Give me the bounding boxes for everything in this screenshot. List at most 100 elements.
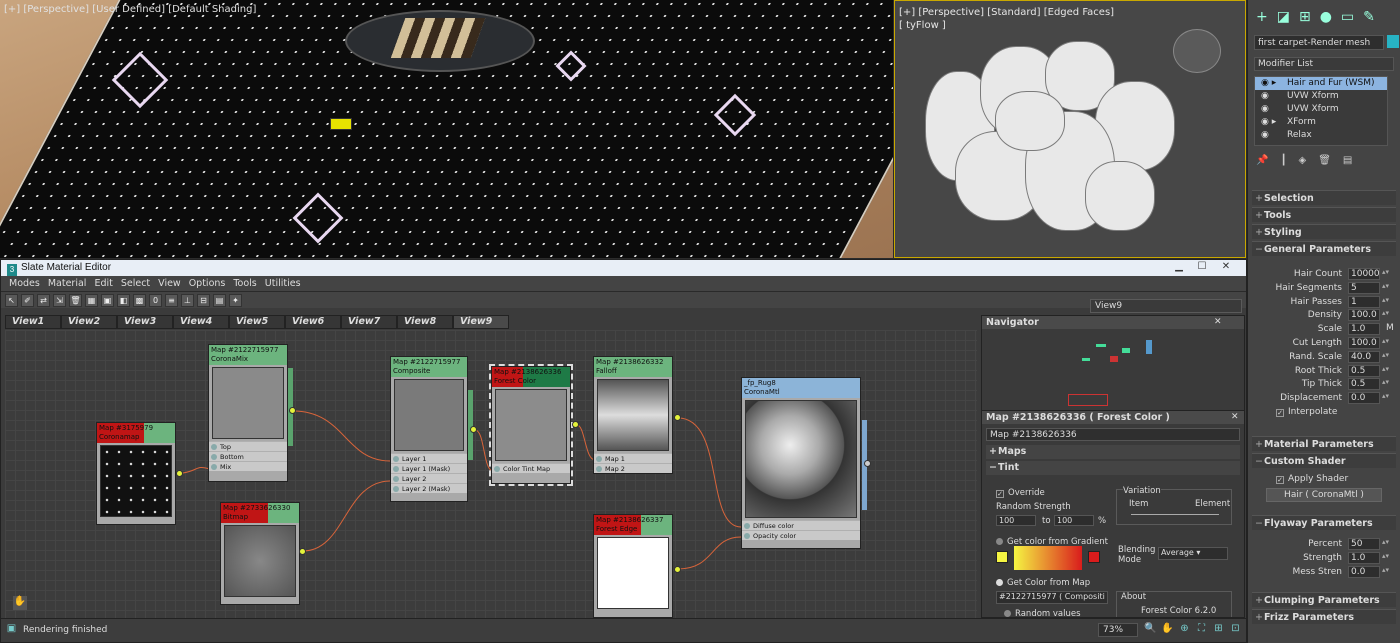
delete-icon[interactable]: 🗑 [69, 294, 82, 307]
display-icon[interactable]: ▭ [1341, 9, 1354, 25]
viewport-label[interactable]: [+] [Perspective] [Standard] [Edged Face… [899, 6, 1114, 32]
motion-icon[interactable]: ● [1320, 9, 1332, 25]
tab-view8[interactable]: View8 [397, 315, 453, 329]
close-icon[interactable]: ✕ [1214, 317, 1222, 327]
param-value[interactable]: 50 [1348, 538, 1380, 550]
rollout-material[interactable]: Material Parameters [1252, 436, 1396, 452]
pin-icon[interactable]: 📌 [1256, 155, 1268, 166]
slot-layer1[interactable]: Layer 1 [391, 453, 467, 463]
general_params-row[interactable]: Displacement 0.0 ▴▾ [1252, 392, 1396, 405]
eye-icon[interactable]: ◉ [1261, 90, 1269, 103]
modifier-stack[interactable]: ◉ ▸ Hair and Fur (WSM) ◉ UVW Xform ◉ UVW Xf… [1254, 76, 1388, 146]
modify-icon[interactable]: ◪ [1277, 9, 1290, 25]
menu-material[interactable]: Material [44, 276, 91, 291]
slot-map1[interactable]: Map 1 [594, 453, 672, 463]
slot-top[interactable]: Top [209, 441, 287, 451]
slot-layer1-mask[interactable]: Layer 1 (Mask) [391, 463, 467, 473]
spinner-icon[interactable]: ▴▾ [1382, 566, 1389, 574]
delete-icon[interactable]: 🗑 [1318, 155, 1331, 166]
spinner-icon[interactable]: ▴▾ [1382, 337, 1389, 345]
layout-all-icon[interactable]: ≡ [165, 294, 178, 307]
show-background-icon[interactable]: ▩ [133, 294, 146, 307]
output-socket[interactable] [470, 426, 477, 433]
general_params-row[interactable]: Hair Count 10000 ▴▾ [1252, 268, 1396, 281]
gradient-end-swatch[interactable] [1088, 551, 1100, 563]
blending-dropdown[interactable]: Average ▾ [1158, 547, 1228, 560]
rollout-clumping[interactable]: Clumping Parameters [1252, 592, 1396, 608]
checkbox[interactable]: ✓ [1276, 409, 1284, 417]
show-end-icon[interactable]: ┃ [1280, 155, 1286, 166]
rollout-general[interactable]: General Parameters [1252, 241, 1396, 257]
unique-icon[interactable]: ◈ [1298, 155, 1306, 166]
assign-material-icon[interactable]: ⇲ [53, 294, 66, 307]
general_params-row[interactable]: Cut Length 100.0 ▴▾ [1252, 337, 1396, 350]
utilities-icon[interactable]: ✎ [1363, 9, 1375, 25]
node-forest-color[interactable]: Map #2138626336 Forest Color Color Tint M… [489, 364, 573, 486]
menu-options[interactable]: Options [185, 276, 230, 291]
menu-view[interactable]: View [154, 276, 185, 291]
general_params-row[interactable]: Root Thick 0.5 ▴▾ [1252, 364, 1396, 378]
eye-icon[interactable]: ◉ [1261, 129, 1269, 142]
spinner-icon[interactable]: ▴▾ [1382, 378, 1389, 386]
param-value[interactable]: 0.5 [1348, 378, 1380, 391]
general_params-row[interactable]: Density 100.0 ▴▾ [1252, 309, 1396, 322]
view-select-dropdown[interactable]: View9 [1090, 299, 1242, 313]
material-map-navigator-icon[interactable]: ⊟ [197, 294, 210, 307]
general_params-row[interactable]: Tip Thick 0.5 ▴▾ [1252, 378, 1396, 391]
node-bitmap[interactable]: Map #3175979 Coronamap [96, 422, 176, 525]
node-bitmap-2[interactable]: Map #2733626330 Bitmap [220, 502, 300, 605]
output-socket[interactable] [289, 407, 296, 414]
slot-diffuse-color[interactable]: Diffuse color [742, 520, 860, 530]
param-value[interactable]: 0.5 [1348, 364, 1380, 377]
viewport-label[interactable]: [+] [Perspective] [User Defined] [Defaul… [4, 4, 256, 15]
output-socket[interactable] [176, 470, 183, 477]
eye-icon[interactable]: ◉ [1261, 103, 1269, 116]
map-button[interactable]: M [1386, 323, 1394, 333]
show-map-icon[interactable]: ◧ [117, 294, 130, 307]
modifier-list-dropdown[interactable]: Modifier List [1254, 57, 1394, 71]
eye-icon[interactable]: ◉ ▸ [1261, 77, 1276, 90]
slot-layer2-mask[interactable]: Layer 2 (Mask) [391, 483, 467, 493]
rollout-frizz[interactable]: Frizz Parameters [1252, 609, 1396, 625]
section-maps[interactable]: Maps [986, 445, 1240, 459]
interpolate-row[interactable]: ✓ Interpolate [1252, 406, 1396, 419]
param-value[interactable]: 1 [1348, 295, 1380, 308]
param-value[interactable]: 1.0 [1348, 323, 1380, 336]
slot-mix[interactable]: Mix [209, 461, 287, 471]
spinner-icon[interactable]: ▴▾ [1382, 268, 1389, 276]
rollout-flyaway[interactable]: Flyaway Parameters [1252, 515, 1396, 531]
slot-opacity-color[interactable]: Opacity color [742, 530, 860, 540]
tab-view6[interactable]: View6 [285, 315, 341, 329]
put-to-scene-icon[interactable]: ⇄ [37, 294, 50, 307]
spinner-icon[interactable]: ▴▾ [1382, 296, 1389, 304]
node-canvas[interactable]: Map #3175979 Coronamap Map #2122715977 Cor… [5, 330, 977, 618]
tab-view2[interactable]: View2 [61, 315, 117, 329]
map-button[interactable]: #2122715977 ( Compositi [996, 591, 1108, 604]
frame-icon[interactable]: ⊡ [1229, 623, 1242, 636]
rollout-custom-shader[interactable]: Custom Shader [1252, 453, 1396, 469]
section-tint[interactable]: Tint [986, 461, 1240, 475]
stack-item[interactable]: ◉ UVW Xform [1255, 90, 1387, 103]
zoom-selected-icon[interactable]: ⊞ [1212, 623, 1225, 636]
viewcube-icon[interactable] [1173, 29, 1221, 73]
flyaway_params-row[interactable]: Percent 50 ▴▾ [1252, 538, 1396, 551]
output-socket[interactable] [674, 566, 681, 573]
general_params-row[interactable]: Rand. Scale 40.0 ▴▾ [1252, 350, 1396, 364]
pick-material-icon[interactable]: ✐ [21, 294, 34, 307]
param-value[interactable]: 5 [1348, 281, 1380, 294]
output-socket[interactable] [572, 421, 579, 428]
random-values-radio[interactable]: Random values [1004, 609, 1081, 617]
gradient-bar[interactable] [1014, 546, 1082, 570]
param-value[interactable]: 0.0 [1348, 392, 1380, 405]
param-value[interactable]: 1.0 [1348, 551, 1380, 564]
navigator-minimap[interactable] [1068, 338, 1152, 406]
override-checkbox[interactable]: ✓ Override [996, 488, 1045, 498]
pan-hand-icon[interactable]: ✋ [13, 596, 27, 610]
stack-item[interactable]: ◉ Relax [1255, 129, 1387, 142]
param-value[interactable]: 0.0 [1348, 565, 1380, 578]
node-composite[interactable]: Map #2122715977 Composite Layer 1 Layer 1… [390, 356, 468, 502]
param-value[interactable]: 100.0 [1348, 309, 1380, 322]
slot-color-tint-map[interactable]: Color Tint Map [492, 463, 570, 473]
node-coronamix[interactable]: Map #2122715977 CoronaMix Top Bottom Mix [208, 344, 288, 482]
output-socket[interactable] [299, 548, 306, 555]
